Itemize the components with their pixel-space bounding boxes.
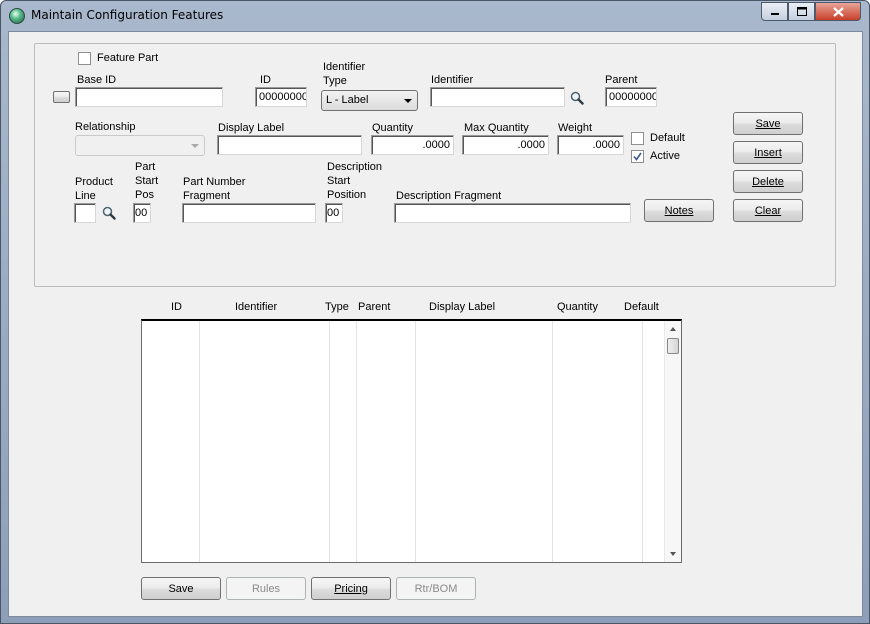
minimize-button[interactable] [761,2,788,21]
weight-field[interactable]: .0000 [557,135,624,155]
part-start-pos-label-2: Start [135,175,159,187]
grid-column-divider [552,321,553,562]
active-label: Active [650,150,680,162]
relationship-select[interactable] [75,135,205,156]
id-label: ID [260,74,271,86]
title-bar[interactable]: Maintain Configuration Features [1,1,869,31]
rtr-bom-button-label: Rtr/BOM [414,582,458,595]
base-id-browse-button[interactable] [53,91,70,103]
identifier-type-label-2: Type [323,75,347,87]
desc-start-pos-label-2: Start [327,175,351,187]
parent-label: Parent [605,74,638,86]
default-label: Default [650,132,685,144]
save-button-label: Save [755,117,781,130]
max-quantity-label: Max Quantity [464,122,529,134]
rtr-bom-button[interactable]: Rtr/BOM [396,577,476,600]
close-button[interactable] [815,2,861,21]
grid-column-divider [642,321,643,562]
grid-header-display-label[interactable]: Display Label [429,301,495,313]
maximize-button[interactable] [788,2,815,21]
notes-button-label: Notes [664,204,694,217]
feature-details-group: Feature Part Base ID ID 00000000 Identif… [34,43,836,287]
window-title: Maintain Configuration Features [31,8,224,22]
quantity-field[interactable]: .0000 [371,135,454,155]
part-number-fragment-field[interactable] [182,203,316,223]
grid-column-divider [415,321,416,562]
save-button[interactable]: Save [733,112,803,135]
chevron-down-icon [404,99,412,103]
main-window: Maintain Configuration Features Feature … [0,0,870,624]
part-start-pos-label-3: Pos [135,189,154,201]
pricing-button[interactable]: Pricing [311,577,391,600]
description-fragment-field[interactable] [394,203,631,223]
product-line-field[interactable] [74,203,96,223]
insert-button-label: Insert [754,146,782,159]
display-label-label: Display Label [218,122,285,134]
delete-button[interactable]: Delete [733,170,803,193]
notes-button[interactable]: Notes [644,199,714,222]
base-id-field[interactable] [75,87,223,107]
chevron-down-icon [191,144,199,148]
grid-header-identifier[interactable]: Identifier [235,301,277,313]
minimize-icon [770,12,779,15]
identifier-type-select[interactable]: L - Label [321,90,418,111]
search-icon[interactable] [102,206,116,220]
grid-header-type[interactable]: Type [325,301,349,313]
active-checkbox[interactable] [631,150,644,163]
description-fragment-label: Description Fragment [396,190,502,202]
feature-part-checkbox[interactable] [78,52,91,65]
relationship-label: Relationship [75,121,136,133]
identifier-label: Identifier [431,74,474,86]
grid-column-divider [199,321,200,562]
scroll-down-icon[interactable] [670,552,676,556]
grid-header-id[interactable]: ID [171,301,182,313]
base-id-label: Base ID [77,74,117,86]
grid-header-quantity[interactable]: Quantity [557,301,598,313]
part-number-fragment-label-1: Part Number [183,176,246,188]
parent-field[interactable]: 00000000 [605,87,657,107]
grid-vertical-scrollbar[interactable] [664,321,681,562]
id-field[interactable]: 00000000 [255,87,307,107]
desc-start-pos-field[interactable]: 00 [325,203,343,223]
clear-button-label: Clear [754,204,782,217]
scrollbar-thumb[interactable] [667,338,679,354]
insert-button[interactable]: Insert [733,141,803,164]
identifier-field[interactable] [430,87,565,107]
client-area: Feature Part Base ID ID 00000000 Identif… [8,31,863,617]
rules-button-label: Rules [251,582,281,595]
max-quantity-field[interactable]: .0000 [462,135,549,155]
part-start-pos-label-1: Part [135,161,156,173]
pricing-button-label: Pricing [334,582,368,595]
part-start-pos-field[interactable]: 00 [133,203,151,223]
weight-label: Weight [558,122,593,134]
clear-button[interactable]: Clear [733,199,803,222]
grid-save-button[interactable]: Save [141,577,221,600]
desc-start-pos-label-1: Description [327,161,383,173]
feature-part-label: Feature Part [97,52,159,64]
search-icon[interactable] [570,91,584,105]
part-number-fragment-label-2: Fragment [183,190,231,202]
grid-column-divider [329,321,330,562]
product-line-label-1: Product [75,176,113,188]
features-grid[interactable] [141,319,682,563]
close-icon [832,6,844,17]
rules-button[interactable]: Rules [226,577,306,600]
delete-button-label: Delete [752,175,784,188]
grid-header-default[interactable]: Default [624,301,659,313]
checkmark-icon [633,152,642,161]
identifier-type-label-1: Identifier [323,61,366,73]
default-checkbox[interactable] [631,132,644,145]
quantity-label: Quantity [372,122,413,134]
maximize-icon [796,7,807,16]
identifier-type-value: L - Label [326,94,369,106]
product-line-label-2: Line [75,190,96,202]
app-globe-icon [9,8,25,24]
grid-column-divider [356,321,357,562]
scroll-up-icon[interactable] [670,327,676,331]
grid-header-parent[interactable]: Parent [358,301,390,313]
display-label-field[interactable] [217,135,362,155]
grid-save-button-label: Save [168,582,194,595]
desc-start-pos-label-3: Position [327,189,367,201]
